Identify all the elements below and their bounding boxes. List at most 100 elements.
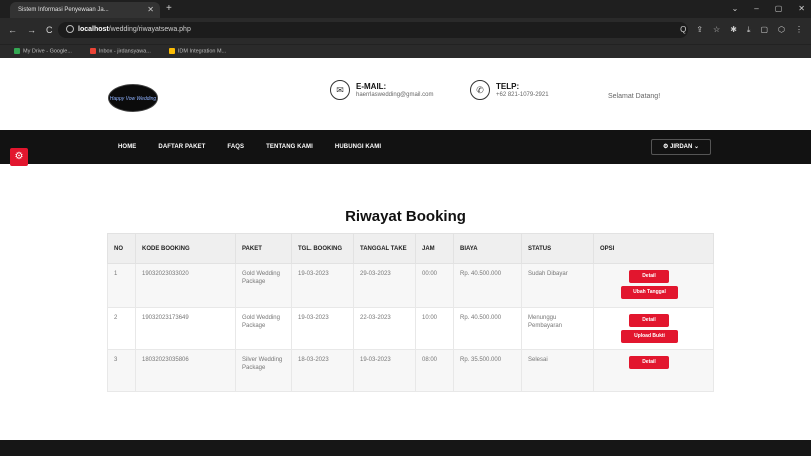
nav-item-tentang-kami[interactable]: TENTANG KAMI: [266, 144, 313, 150]
browser-tab[interactable]: Sistem Informasi Penyewaan Ja... ✕: [10, 2, 160, 18]
nav-menu: HOME DAFTAR PAKET FAQS TENTANG KAMI HUBU…: [118, 130, 381, 164]
cell-kode: 18032023035806: [135, 349, 236, 392]
column-header: JAM: [415, 233, 454, 264]
cell-biaya: Rp. 35.500.000: [453, 349, 522, 392]
site-info-icon[interactable]: [66, 25, 74, 33]
browser-toolbar: Q ⇪ ☆ ✱ ⤓ ▢ ⬡ ⋮: [680, 22, 803, 38]
share-icon[interactable]: ⇪: [696, 22, 703, 38]
menu-icon[interactable]: ⋮: [795, 22, 803, 38]
phone-value: +62 821-1079-2921: [496, 92, 549, 98]
gear-icon[interactable]: ⚙: [10, 148, 28, 166]
cell-tgl: 18-03-2023: [291, 349, 354, 392]
cell-jam: 10:00: [415, 307, 454, 350]
bookmark-item[interactable]: My Drive - Google...: [14, 48, 72, 55]
bookmarks-bar: My Drive - Google... Inbox - jirdansyawa…: [0, 44, 811, 58]
bookmark-item[interactable]: Inbox - jirdansyawa...: [89, 48, 151, 55]
cell-opsi: Detail: [593, 349, 714, 392]
column-header: PAKET: [235, 233, 292, 264]
zoom-icon[interactable]: Q: [680, 22, 686, 38]
drive-icon: [14, 48, 20, 55]
site-footer: [0, 440, 811, 456]
column-header: STATUS: [521, 233, 594, 264]
gmail-icon: [89, 48, 96, 55]
close-icon[interactable]: ✕: [147, 2, 154, 18]
cell-biaya: Rp. 40.500.000: [453, 263, 522, 308]
nav-buttons: ← → C: [8, 22, 53, 38]
email-value: haerrlaswedding@gmail.com: [356, 92, 434, 98]
extensions-icon[interactable]: ✱: [730, 22, 737, 38]
window-controls: ⌄ – ▢ ✕: [732, 1, 805, 17]
cell-no: 3: [107, 349, 136, 392]
reload-icon[interactable]: C: [46, 22, 53, 38]
phone-icon: ✆: [470, 80, 490, 100]
cell-tgl: 19-03-2023: [291, 307, 354, 350]
tab-search-icon[interactable]: ⌄: [732, 1, 739, 17]
cell-no: 2: [107, 307, 136, 350]
bookmark-star-icon[interactable]: ☆: [713, 22, 720, 38]
download-icon[interactable]: ⤓: [747, 22, 751, 38]
user-menu-button[interactable]: ⚙ JIRDAN ⌄: [651, 139, 711, 155]
column-header: TANGGAL TAKE: [353, 233, 416, 264]
cell-biaya: Rp. 40.500.000: [453, 307, 522, 350]
cell-jam: 08:00: [415, 349, 454, 392]
back-icon[interactable]: ←: [8, 22, 17, 38]
cell-status: Selesai: [521, 349, 594, 392]
column-header: BIAYA: [453, 233, 522, 264]
table-row: 2 19032023173649 Gold Wedding Package 19…: [107, 307, 714, 350]
nav-item-faqs[interactable]: FAQS: [227, 144, 244, 150]
detail-button[interactable]: Detail: [629, 314, 669, 327]
nav-item-home[interactable]: HOME: [118, 144, 136, 150]
upload-bukti-button[interactable]: Upload Bukti: [621, 330, 678, 343]
cell-kode: 19032023173649: [135, 307, 236, 350]
address-input[interactable]: localhost/wedding/riwayatsewa.php: [58, 22, 688, 38]
bookmark-item[interactable]: IDM Integration M...: [168, 48, 226, 55]
nav-item-daftar-paket[interactable]: DAFTAR PAKET: [158, 144, 205, 150]
cell-tgl: 19-03-2023: [291, 263, 354, 308]
sidepanel-icon[interactable]: ▢: [760, 22, 768, 38]
site-logo[interactable]: Happy Vow Wedding: [108, 84, 158, 112]
cell-status: Sudah Dibayar: [521, 263, 594, 308]
cell-opsi: Detail Ubah Tanggal: [593, 263, 714, 308]
url-path: /wedding/riwayatsewa.php: [108, 26, 191, 33]
window-close-icon[interactable]: ✕: [798, 1, 805, 17]
cell-take: 19-03-2023: [353, 349, 416, 392]
site-header: Happy Vow Wedding ✉ E-MAIL: haerrlaswedd…: [0, 58, 811, 130]
phone-title: TELP:: [496, 82, 520, 91]
nav-item-hubungi-kami[interactable]: HUBUNGI KAMI: [335, 144, 381, 150]
tab-title: Sistem Informasi Penyewaan Ja...: [18, 7, 109, 13]
address-bar-row: ← → C localhost/wedding/riwayatsewa.php …: [0, 18, 811, 44]
mail-icon: ✉: [330, 80, 350, 100]
column-header: KODE BOOKING: [135, 233, 236, 264]
page-title: Riwayat Booking: [345, 208, 466, 225]
cell-take: 29-03-2023: [353, 263, 416, 308]
booking-history-table: NO KODE BOOKING PAKET TGL. BOOKING TANGG…: [107, 233, 714, 392]
forward-icon[interactable]: →: [27, 22, 36, 38]
email-contact: ✉ E-MAIL: haerrlaswedding@gmail.com: [330, 80, 433, 100]
idm-icon: [168, 48, 175, 55]
table-header-row: NO KODE BOOKING PAKET TGL. BOOKING TANGG…: [107, 233, 714, 264]
minimize-icon[interactable]: –: [754, 1, 758, 17]
email-title: E-MAIL:: [356, 82, 387, 91]
browser-tab-strip: Sistem Informasi Penyewaan Ja... ✕ + ⌄ –…: [0, 0, 811, 18]
cell-status: Menunggu Pembayaran: [521, 307, 594, 350]
cell-jam: 00:00: [415, 263, 454, 308]
ubah-tanggal-button[interactable]: Ubah Tanggal: [621, 286, 678, 299]
detail-button[interactable]: Detail: [629, 270, 669, 283]
main-nav: HOME DAFTAR PAKET FAQS TENTANG KAMI HUBU…: [0, 130, 811, 164]
cell-opsi: Detail Upload Bukti: [593, 307, 714, 350]
new-tab-icon[interactable]: +: [166, 2, 172, 16]
table-row: 1 19032023033020 Gold Wedding Package 19…: [107, 263, 714, 308]
detail-button[interactable]: Detail: [629, 356, 669, 369]
cell-take: 22-03-2023: [353, 307, 416, 350]
profile-icon[interactable]: ⬡: [778, 22, 785, 38]
column-header: NO: [107, 233, 136, 264]
table-row: 3 18032023035806 Silver Wedding Package …: [107, 349, 714, 392]
column-header: OPSI: [593, 233, 714, 264]
column-header: TGL. BOOKING: [291, 233, 354, 264]
phone-contact: ✆ TELP: +62 821-1079-2921: [470, 80, 549, 100]
maximize-icon[interactable]: ▢: [775, 1, 783, 17]
url-host: localhost: [78, 26, 109, 33]
welcome-text: Selamat Datang!: [608, 93, 661, 100]
cell-paket: Gold Wedding Package: [235, 263, 292, 308]
cell-no: 1: [107, 263, 136, 308]
